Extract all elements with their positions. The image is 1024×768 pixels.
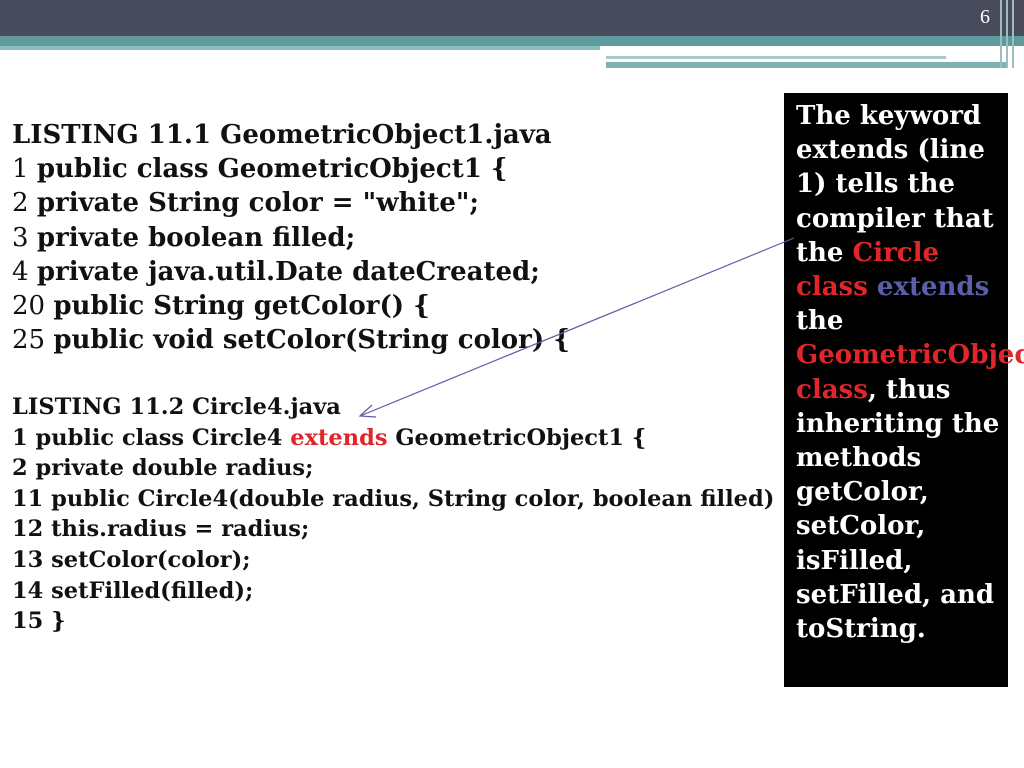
listing-11-1: LISTING 11.1 GeometricObject1.java 1 pub… — [12, 118, 570, 357]
header-accent-stripe — [0, 46, 600, 50]
code-line: 13 setColor(color); — [12, 546, 251, 573]
code-line: 25 public void setColor(String color) { — [12, 325, 570, 356]
code-line: 3 private boolean filled; — [12, 222, 356, 253]
code-line: 1 public class GeometricObject1 { — [12, 154, 508, 185]
code-line: 4 private java.util.Date dateCreated; — [12, 256, 540, 287]
callout-box: The keyword extends (line 1) tells the c… — [784, 93, 1024, 687]
code-line: 2 private double radius; — [12, 455, 314, 482]
header-accent-band — [0, 36, 1024, 46]
code-line: 14 setFilled(filled); — [12, 577, 254, 604]
decor-vertical-line — [1012, 0, 1014, 68]
callout-text: The keyword extends (line 1) tells the c… — [796, 101, 1024, 645]
header-bar — [0, 0, 1024, 36]
decor-vertical-line — [1000, 0, 1002, 68]
decor-line-bottom — [606, 62, 1006, 68]
decor-vertical-line — [1006, 0, 1008, 68]
slide-number: 6 — [980, 6, 990, 28]
decor-line-top — [606, 56, 946, 59]
code-line: 15 } — [12, 608, 66, 635]
listing-title: LISTING 11.2 Circle4.java — [12, 394, 341, 420]
listing-11-2: LISTING 11.2 Circle4.java 1 public class… — [12, 392, 774, 637]
extends-keyword: extends — [290, 424, 388, 451]
code-line: 2 private String color = "white"; — [12, 188, 480, 219]
code-line: 20 public String getColor() { — [12, 291, 430, 322]
code-line: 11 public Circle4(double radius, String … — [12, 485, 775, 512]
code-line: 12 this.radius = radius; — [12, 516, 310, 543]
listing-title: LISTING 11.1 GeometricObject1.java — [12, 120, 552, 150]
code-line-extends: 1 public class Circle4 extends Geometric… — [12, 424, 647, 451]
